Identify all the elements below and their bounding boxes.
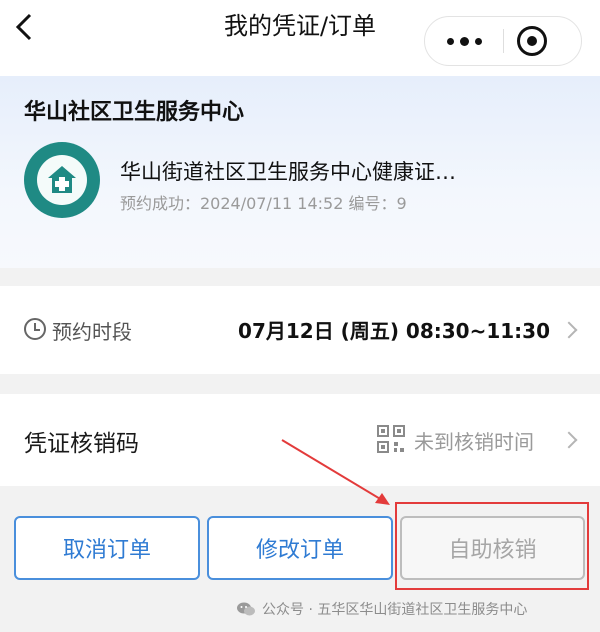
wechat-icon (237, 602, 255, 616)
watermark-text: 公众号 · 五华区华山街道社区卫生服务中心 (262, 602, 528, 618)
watermark: 公众号 · 五华区华山街道社区卫生服务中心 (236, 598, 527, 620)
annotation-arrow-icon (281, 439, 390, 505)
